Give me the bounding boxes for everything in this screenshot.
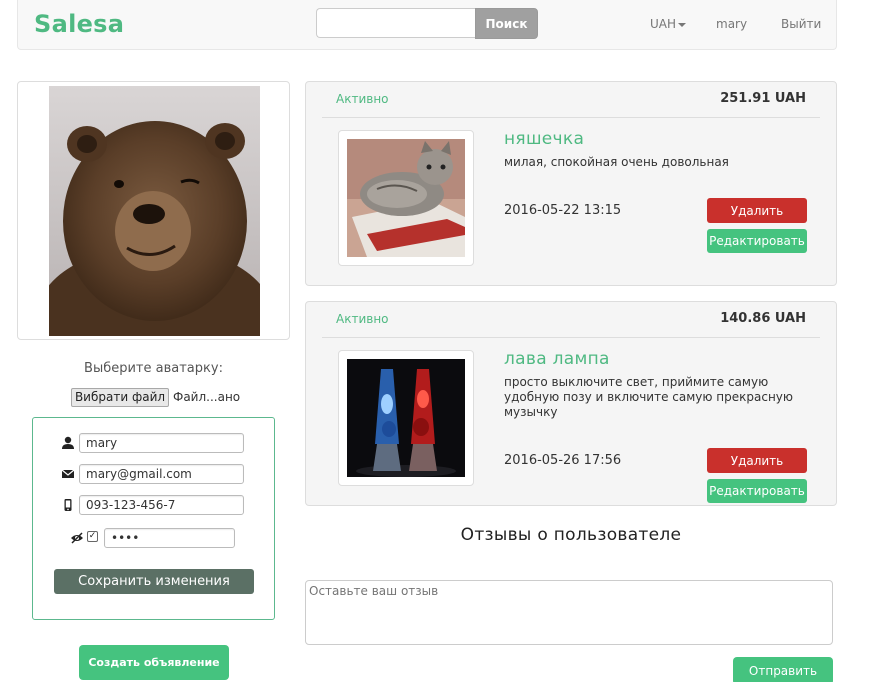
lava-lamp-image — [347, 359, 465, 477]
navbar: Salesa Поиск UAH mary Выйти — [17, 0, 837, 50]
avatar-frame — [17, 81, 290, 340]
username-field[interactable] — [79, 433, 244, 453]
avatar-image — [49, 86, 260, 336]
listing-thumbnail[interactable] — [338, 130, 474, 266]
listing-thumbnail[interactable] — [338, 350, 474, 486]
user-icon — [62, 436, 74, 449]
divider — [322, 117, 820, 118]
phone-field[interactable] — [79, 495, 244, 515]
password-field[interactable] — [104, 528, 235, 548]
user-link[interactable]: mary — [716, 17, 747, 31]
search-input[interactable] — [316, 8, 476, 38]
send-review-button[interactable]: Отправить — [733, 657, 833, 682]
edit-button[interactable]: Редактировать — [707, 479, 807, 503]
price-label: 251.91 UAH — [720, 91, 806, 106]
cat-image — [347, 139, 465, 257]
listing-date: 2016-05-26 17:56 — [504, 453, 622, 468]
reviews-heading: Отзывы о пользователе — [460, 525, 682, 545]
status-label: Активно — [336, 312, 389, 326]
search-button[interactable]: Поиск — [475, 8, 538, 39]
choose-file-button[interactable]: Вибрати файл — [71, 388, 169, 407]
currency-label: UAH — [650, 17, 677, 31]
file-name: Файл...ано — [173, 390, 241, 404]
show-password-checkbox[interactable]: ✓ — [87, 531, 98, 542]
listing-description: просто выключите свет, приймите самую уд… — [504, 375, 794, 419]
listing-date: 2016-05-22 13:15 — [504, 203, 622, 218]
currency-dropdown[interactable]: UAH — [650, 17, 687, 31]
create-listing-button[interactable]: Создать объявление — [79, 645, 229, 680]
caret-down-icon — [678, 22, 687, 27]
eye-slash-icon[interactable] — [70, 531, 84, 545]
listing-title[interactable]: лава лампа — [504, 349, 610, 369]
email-field[interactable] — [79, 464, 244, 484]
envelope-icon — [61, 469, 75, 478]
phone-icon — [64, 499, 72, 511]
delete-button[interactable]: Удалить — [707, 198, 807, 223]
save-changes-button[interactable]: Сохранить изменения — [54, 569, 254, 594]
listing-description: милая, спокойная очень довольная — [504, 155, 729, 169]
listing-title[interactable]: няшечка — [504, 129, 584, 149]
delete-button[interactable]: Удалить — [707, 448, 807, 473]
listing-card: Активно 251.91 UAH няшечка милая, спокой… — [305, 81, 837, 286]
listing-card: Активно 140.86 UAH лава лампа просто вык… — [305, 301, 837, 506]
logout-link[interactable]: Выйти — [781, 17, 821, 31]
status-label: Активно — [336, 92, 389, 106]
avatar-label: Выберите аватарку: — [84, 361, 223, 376]
review-textarea[interactable] — [305, 580, 833, 645]
edit-button[interactable]: Редактировать — [707, 229, 807, 253]
brand-logo[interactable]: Salesa — [34, 10, 124, 38]
price-label: 140.86 UAH — [720, 311, 806, 326]
divider — [322, 337, 820, 338]
